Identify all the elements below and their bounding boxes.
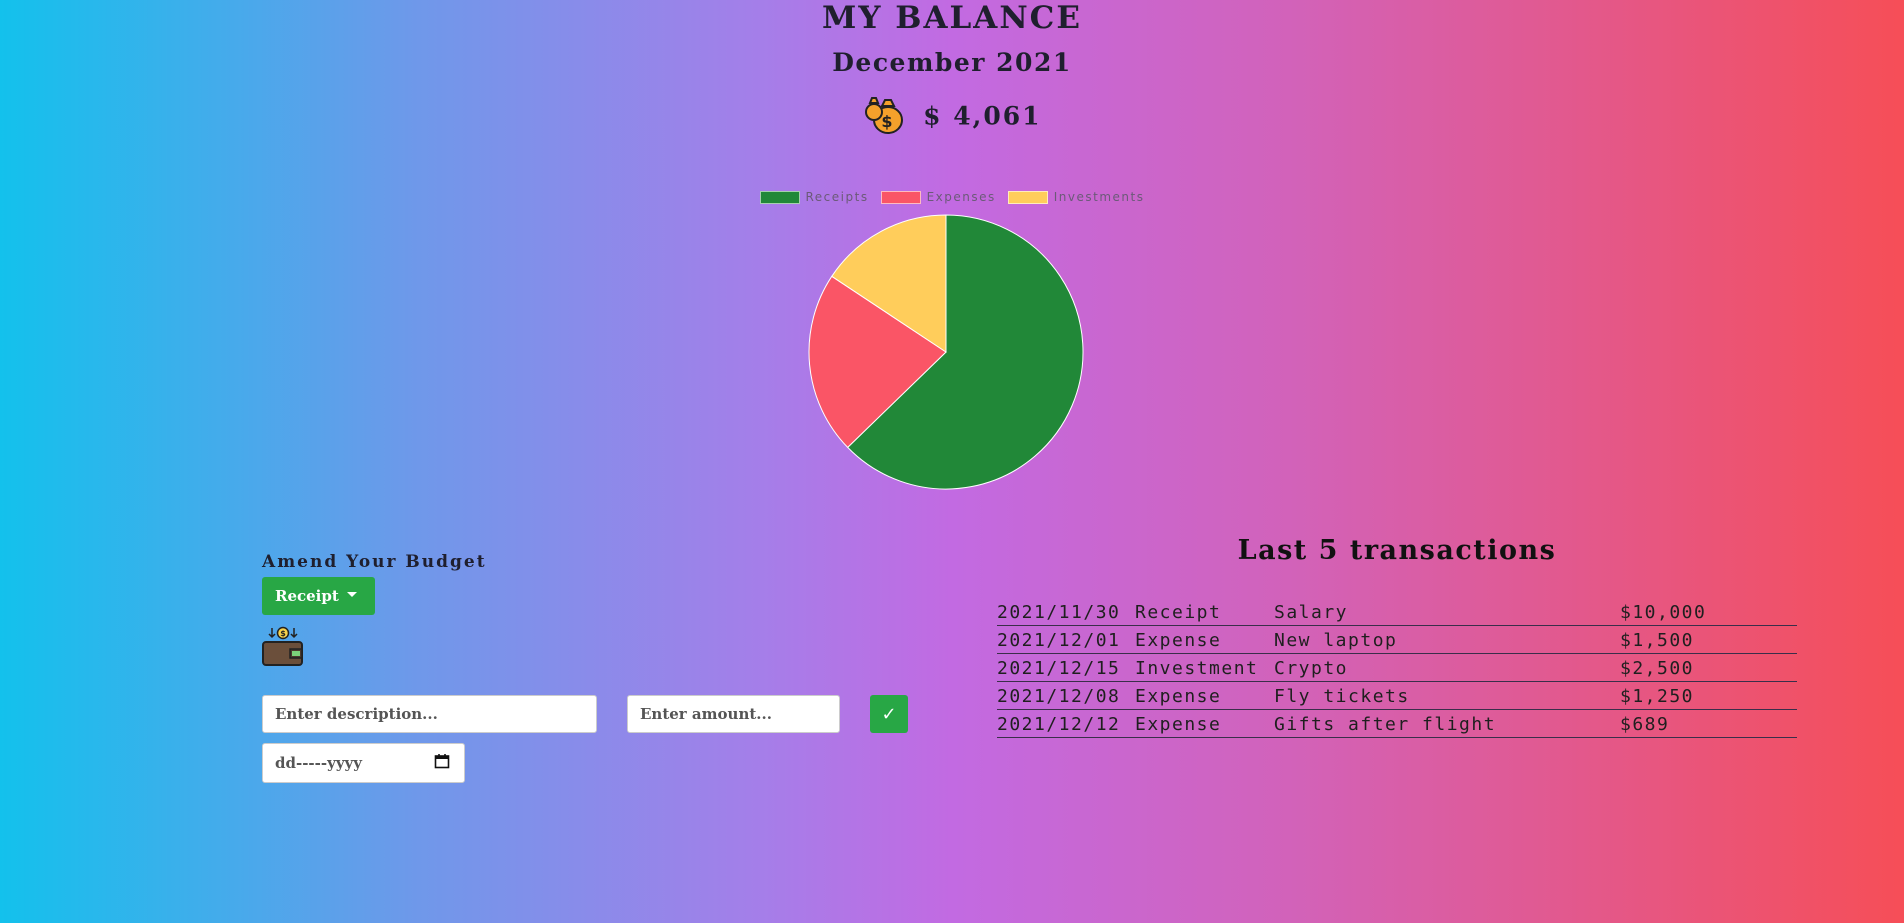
tx-amount: $1,250: [1620, 681, 1797, 710]
wallet-icon: $: [262, 626, 304, 672]
tx-date: 2021/12/15: [997, 653, 1135, 682]
balance-amount: $ 4,061: [923, 101, 1042, 131]
tx-amount: $2,500: [1620, 653, 1797, 682]
legend-label: Receipts: [805, 190, 869, 204]
legend-swatch: [880, 190, 921, 204]
balance-pie-chart: Receipts Expenses Investments: [0, 180, 1904, 500]
date-input[interactable]: dd-----yyyy: [262, 743, 465, 783]
tx-description: New laptop: [1274, 625, 1620, 654]
table-row: 2021/12/01 Expense New laptop $1,500: [997, 625, 1797, 654]
balance-display: $ $ 4,061: [0, 92, 1904, 140]
tx-date: 2021/12/01: [997, 625, 1135, 654]
tx-amount: $1,500: [1620, 625, 1797, 654]
chart-legend: Receipts Expenses Investments: [0, 190, 1904, 204]
tx-description: Gifts after flight: [1274, 709, 1620, 738]
tx-type: Investment: [1135, 653, 1274, 682]
transactions-table: 2021/11/30 Receipt Salary $10,000 2021/1…: [997, 598, 1797, 738]
transaction-type-label: Receipt: [275, 587, 339, 605]
tx-amount: $689: [1620, 709, 1797, 738]
svg-text:$: $: [280, 629, 286, 638]
svg-text:$: $: [882, 112, 895, 131]
tx-date: 2021/12/08: [997, 681, 1135, 710]
amend-budget-panel: Amend Your Budget Receipt $: [262, 552, 487, 666]
tx-type: Expense: [1135, 625, 1274, 654]
table-row: 2021/12/08 Expense Fly tickets $1,250: [997, 681, 1797, 710]
description-input[interactable]: Enter description...: [262, 695, 597, 733]
legend-label: Expenses: [926, 190, 996, 204]
chevron-down-icon: [346, 591, 357, 597]
transaction-type-dropdown[interactable]: Receipt: [262, 577, 375, 615]
date-placeholder: dd-----yyyy: [275, 754, 362, 772]
tx-type: Receipt: [1135, 598, 1274, 626]
page-title: MY BALANCE: [822, 0, 1082, 36]
tx-type: Expense: [1135, 681, 1274, 710]
tx-date: 2021/11/30: [997, 598, 1135, 626]
tx-description: Salary: [1274, 598, 1620, 626]
pie-chart-svg: [808, 214, 1084, 490]
tx-description: Fly tickets: [1274, 681, 1620, 710]
table-row: 2021/12/12 Expense Gifts after flight $6…: [997, 709, 1797, 738]
amount-input[interactable]: Enter amount...: [627, 695, 840, 733]
table-row: 2021/12/15 Investment Crypto $2,500: [997, 653, 1797, 682]
tx-description: Crypto: [1274, 653, 1620, 682]
submit-button[interactable]: ✓: [870, 695, 908, 733]
legend-swatch: [759, 190, 800, 204]
legend-label: Investments: [1053, 190, 1145, 204]
legend-swatch: [1007, 190, 1048, 204]
legend-item[interactable]: Expenses: [880, 190, 996, 204]
tx-amount: $10,000: [1620, 598, 1797, 626]
legend-item[interactable]: Receipts: [759, 190, 869, 204]
amend-budget-title: Amend Your Budget: [262, 552, 487, 572]
calendar-icon[interactable]: [434, 753, 450, 773]
tx-date: 2021/12/12: [997, 709, 1135, 738]
period-label: December 2021: [832, 48, 1072, 77]
money-bag-icon: $: [862, 92, 906, 140]
legend-item[interactable]: Investments: [1007, 190, 1145, 204]
table-row: 2021/11/30 Receipt Salary $10,000: [997, 598, 1797, 626]
tx-type: Expense: [1135, 709, 1274, 738]
transactions-title: Last 5 transactions: [1237, 535, 1557, 566]
